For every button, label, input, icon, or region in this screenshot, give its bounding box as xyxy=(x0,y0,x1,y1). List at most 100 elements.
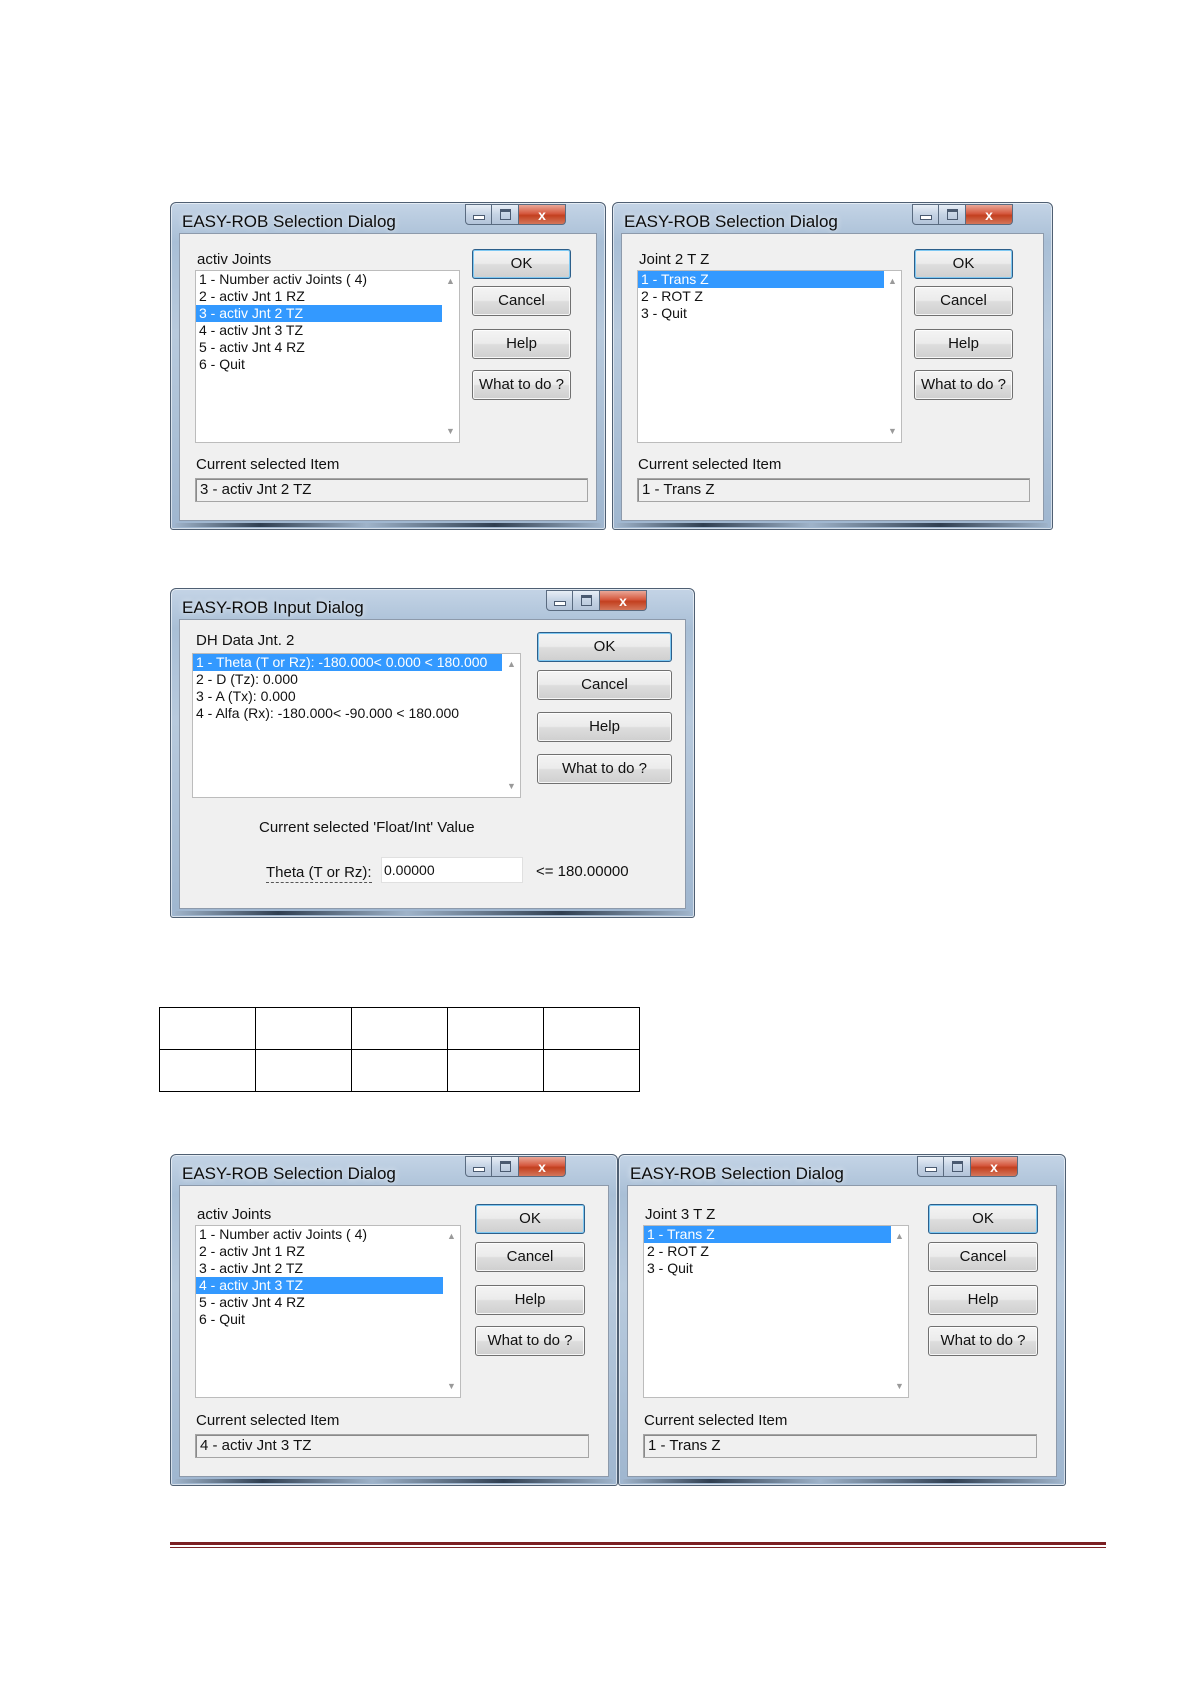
ok-button[interactable]: OK xyxy=(914,249,1013,279)
minimize-icon xyxy=(924,1167,937,1172)
scroll-up-icon[interactable]: ▲ xyxy=(442,273,459,290)
list-item[interactable]: 6 - Quit xyxy=(196,1311,460,1328)
listbox-items: 1 - Trans Z2 - ROT Z3 - Quit xyxy=(638,271,901,322)
cancel-button[interactable]: Cancel xyxy=(928,1242,1038,1272)
list-item[interactable]: 1 - Number activ Joints ( 4) xyxy=(196,1226,460,1243)
table-cell xyxy=(255,1007,352,1050)
help-button[interactable]: Help xyxy=(472,329,571,359)
list-item[interactable]: 5 - activ Jnt 4 RZ xyxy=(196,1294,460,1311)
list-item[interactable]: 4 - activ Jnt 3 TZ xyxy=(196,1277,460,1294)
list-item[interactable]: 1 - Number activ Joints ( 4) xyxy=(196,271,459,288)
ok-button[interactable]: OK xyxy=(475,1204,585,1234)
scroll-up-icon[interactable]: ▲ xyxy=(884,273,901,290)
maximize-button[interactable] xyxy=(573,590,600,611)
list-item[interactable]: 2 - activ Jnt 1 RZ xyxy=(196,288,459,305)
what-to-do-button[interactable]: What to do ? xyxy=(472,370,571,400)
scroll-up-icon[interactable]: ▲ xyxy=(443,1228,460,1245)
table-cell xyxy=(447,1049,544,1092)
table-cell xyxy=(351,1007,448,1050)
maximize-button[interactable] xyxy=(939,204,966,225)
list-item[interactable]: 2 - ROT Z xyxy=(644,1243,908,1260)
maximize-icon xyxy=(580,595,592,606)
list-item[interactable]: 1 - Theta (T or Rz): -180.000< 0.000 < 1… xyxy=(193,654,502,671)
close-button[interactable]: x xyxy=(971,1156,1018,1177)
minimize-button[interactable] xyxy=(546,590,573,611)
theta-field-label: Theta (T or Rz): xyxy=(266,864,372,883)
help-button[interactable]: Help xyxy=(928,1285,1038,1315)
selection-dialog-joint-3: EASY-ROB Selection Dialog x Joint 3 T Z … xyxy=(618,1154,1066,1486)
close-icon: x xyxy=(538,206,546,223)
maximize-button[interactable] xyxy=(944,1156,971,1177)
help-button[interactable]: Help xyxy=(537,712,672,742)
scroll-down-icon[interactable]: ▼ xyxy=(884,423,901,440)
table-cell xyxy=(447,1007,544,1050)
what-to-do-button[interactable]: What to do ? xyxy=(928,1326,1038,1356)
cancel-button[interactable]: Cancel xyxy=(472,286,571,316)
list-item[interactable]: 1 - Trans Z xyxy=(644,1226,908,1243)
vertical-scrollbar[interactable]: ▲ ▼ xyxy=(503,654,520,797)
list-item[interactable]: 3 - Quit xyxy=(644,1260,908,1277)
table-cell xyxy=(543,1049,640,1092)
close-button[interactable]: x xyxy=(600,590,647,611)
cancel-button[interactable]: Cancel xyxy=(914,286,1013,316)
scroll-down-icon[interactable]: ▼ xyxy=(503,778,520,795)
list-item[interactable]: 3 - A (Tx): 0.000 xyxy=(193,688,502,705)
list-label: activ Joints xyxy=(197,251,272,268)
cancel-button[interactable]: Cancel xyxy=(537,670,672,700)
maximize-button[interactable] xyxy=(492,204,519,225)
help-button[interactable]: Help xyxy=(475,1285,585,1315)
vertical-scrollbar[interactable]: ▲ ▼ xyxy=(442,271,459,442)
list-item[interactable]: 3 - activ Jnt 2 TZ xyxy=(196,1260,460,1277)
scroll-down-icon[interactable]: ▼ xyxy=(442,423,459,440)
dialog-title: EASY-ROB Selection Dialog xyxy=(182,212,396,231)
joint-options-listbox[interactable]: 1 - Trans Z2 - ROT Z3 - Quit ▲ ▼ xyxy=(637,270,902,443)
minimize-button[interactable] xyxy=(917,1156,944,1177)
scroll-up-icon[interactable]: ▲ xyxy=(891,1228,908,1245)
listbox-items: 1 - Number activ Joints ( 4) 2 - activ Jn… xyxy=(196,1226,460,1328)
joint-options-listbox[interactable]: 1 - Trans Z2 - ROT Z3 - Quit ▲ ▼ xyxy=(643,1225,909,1398)
maximize-icon xyxy=(499,209,511,220)
scroll-up-icon[interactable]: ▲ xyxy=(503,656,520,673)
maximize-button[interactable] xyxy=(492,1156,519,1177)
theta-value-input[interactable] xyxy=(381,857,523,883)
table-row xyxy=(159,1007,640,1050)
value-caption: Current selected 'Float/Int' Value xyxy=(259,819,475,836)
ok-button[interactable]: OK xyxy=(472,249,571,279)
cancel-button[interactable]: Cancel xyxy=(475,1242,585,1272)
what-to-do-button[interactable]: What to do ? xyxy=(537,754,672,784)
close-button[interactable]: x xyxy=(519,1156,566,1177)
minimize-button[interactable] xyxy=(465,1156,492,1177)
help-button[interactable]: Help xyxy=(914,329,1013,359)
close-button[interactable]: x xyxy=(966,204,1013,225)
list-item[interactable]: 5 - activ Jnt 4 RZ xyxy=(196,339,459,356)
list-item[interactable]: 3 - activ Jnt 2 TZ xyxy=(196,305,459,322)
dialog-title: EASY-ROB Selection Dialog xyxy=(182,1164,396,1183)
list-item[interactable]: 2 - ROT Z xyxy=(638,288,901,305)
list-item[interactable]: 4 - Alfa (Rx): -180.000< -90.000 < 180.0… xyxy=(193,705,502,722)
list-item[interactable]: 1 - Trans Z xyxy=(638,271,901,288)
list-item[interactable]: 2 - activ Jnt 1 RZ xyxy=(196,1243,460,1260)
list-item[interactable]: 2 - D (Tz): 0.000 xyxy=(193,671,502,688)
scroll-down-icon[interactable]: ▼ xyxy=(443,1378,460,1395)
what-to-do-button[interactable]: What to do ? xyxy=(475,1326,585,1356)
window-bottom-border xyxy=(175,1479,613,1483)
minimize-button[interactable] xyxy=(465,204,492,225)
vertical-scrollbar[interactable]: ▲ ▼ xyxy=(443,1226,460,1397)
joints-listbox[interactable]: 1 - Number activ Joints ( 4) 2 - activ Jn… xyxy=(195,270,460,443)
vertical-scrollbar[interactable]: ▲ ▼ xyxy=(891,1226,908,1397)
joints-listbox[interactable]: 1 - Number activ Joints ( 4) 2 - activ Jn… xyxy=(195,1225,461,1398)
minimize-button[interactable] xyxy=(912,204,939,225)
dh-data-listbox[interactable]: 1 - Theta (T or Rz): -180.000< 0.000 < 1… xyxy=(192,653,521,798)
scroll-down-icon[interactable]: ▼ xyxy=(891,1378,908,1395)
what-to-do-button[interactable]: What to do ? xyxy=(914,370,1013,400)
list-item[interactable]: 6 - Quit xyxy=(196,356,459,373)
ok-button[interactable]: OK xyxy=(537,632,672,662)
close-button[interactable]: x xyxy=(519,204,566,225)
selection-dialog-joints: EASY-ROB Selection Dialog x activ Joints… xyxy=(170,202,606,530)
ok-button[interactable]: OK xyxy=(928,1204,1038,1234)
list-item[interactable]: 3 - Quit xyxy=(638,305,901,322)
selection-dialog-joints-2: EASY-ROB Selection Dialog x activ Joints… xyxy=(170,1154,618,1486)
vertical-scrollbar[interactable]: ▲ ▼ xyxy=(884,271,901,442)
title-bar-buttons: x xyxy=(465,204,566,225)
list-item[interactable]: 4 - activ Jnt 3 TZ xyxy=(196,322,459,339)
